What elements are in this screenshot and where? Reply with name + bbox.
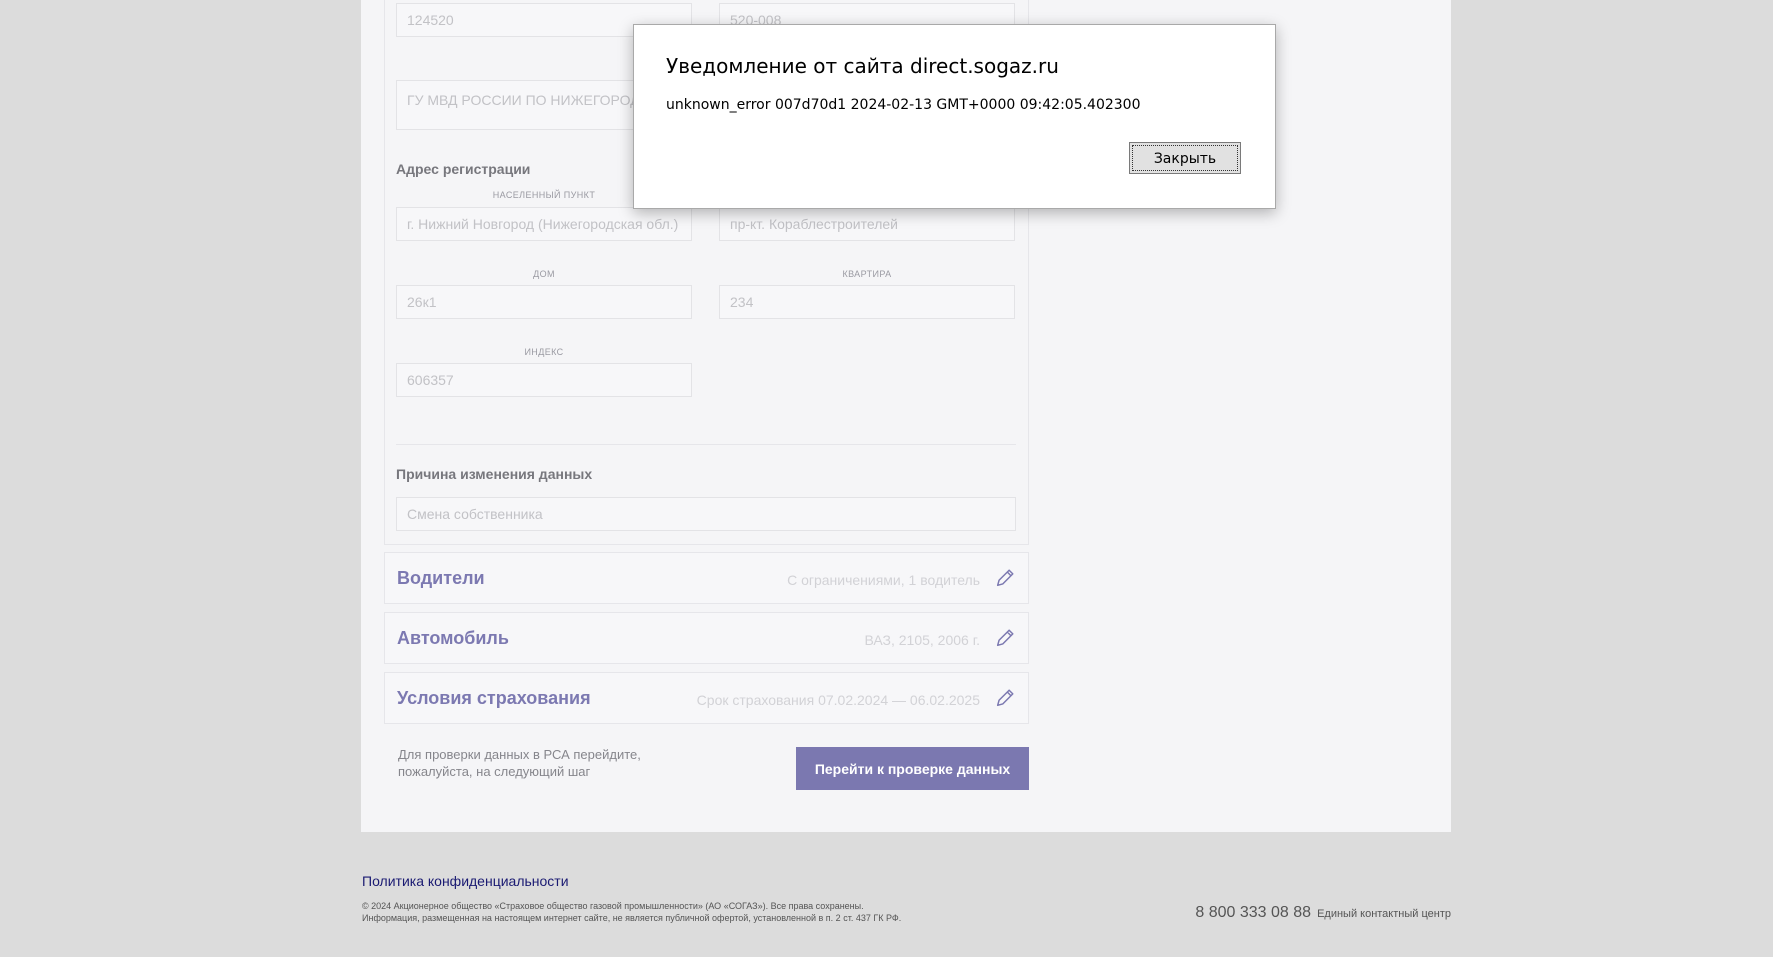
house-field[interactable]: 26к1 xyxy=(396,285,692,319)
disclaimer-text: Информация, размещенная на настоящем инт… xyxy=(362,913,902,923)
section-car[interactable]: Автомобиль ВАЗ, 2105, 2006 г. xyxy=(384,612,1029,664)
section-drivers[interactable]: Водители С ограничениями, 1 водитель xyxy=(384,552,1029,604)
section-insurance-terms[interactable]: Условия страхования Срок страхования 07.… xyxy=(384,672,1029,724)
go-to-check-button[interactable]: Перейти к проверке данных xyxy=(796,747,1029,790)
section-car-summary: ВАЗ, 2105, 2006 г. xyxy=(864,632,980,648)
dialog-title: Уведомление от сайта direct.sogaz.ru xyxy=(666,54,1059,78)
divider xyxy=(396,444,1016,445)
copyright-text: © 2024 Акционерное общество «Страховое о… xyxy=(362,901,864,911)
apartment-label: КВАРТИРА xyxy=(842,269,892,279)
section-car-title: Автомобиль xyxy=(397,628,509,648)
pencil-icon[interactable] xyxy=(994,627,1016,649)
section-insurance-terms-title: Условия страхования xyxy=(397,688,591,708)
privacy-policy-link[interactable]: Политика конфиденциальности xyxy=(362,873,569,889)
change-reason-field[interactable]: Смена собственника xyxy=(396,497,1016,531)
section-drivers-title: Водители xyxy=(397,568,485,588)
phone-number[interactable]: 8 800 333 08 88 xyxy=(1195,904,1311,921)
footer-legal: © 2024 Акционерное общество «Страховое о… xyxy=(362,900,901,924)
next-step-hint: Для проверки данных в РСА перейдите, пож… xyxy=(398,747,641,779)
section-insurance-terms-summary: Срок страхования 07.02.2024 — 06.02.2025 xyxy=(696,692,980,708)
pencil-icon[interactable] xyxy=(994,687,1016,709)
contact-phone[interactable]: 8 800 333 08 88 Единый контактный центр xyxy=(1195,904,1451,922)
locality-field[interactable]: г. Нижний Новгород (Нижегородская обл.) xyxy=(396,207,692,241)
apartment-field[interactable]: 234 xyxy=(719,285,1015,319)
house-label: ДОМ xyxy=(533,269,555,279)
index-label: ИНДЕКС xyxy=(524,347,564,357)
section-drivers-summary: С ограничениями, 1 водитель xyxy=(787,572,980,588)
pencil-icon[interactable] xyxy=(994,567,1016,589)
close-button[interactable]: Закрыть xyxy=(1129,142,1241,174)
registration-address-heading: Адрес регистрации xyxy=(396,161,531,177)
change-reason-heading: Причина изменения данных xyxy=(396,466,593,482)
street-field[interactable]: пр-кт. Кораблестроителей xyxy=(719,207,1015,241)
phone-caption: Единый контактный центр xyxy=(1317,908,1451,920)
alert-dialog: Уведомление от сайта direct.sogaz.ru unk… xyxy=(633,24,1276,209)
dialog-message: unknown_error 007d70d1 2024-02-13 GMT+00… xyxy=(666,97,1141,113)
index-field[interactable]: 606357 xyxy=(396,363,692,397)
